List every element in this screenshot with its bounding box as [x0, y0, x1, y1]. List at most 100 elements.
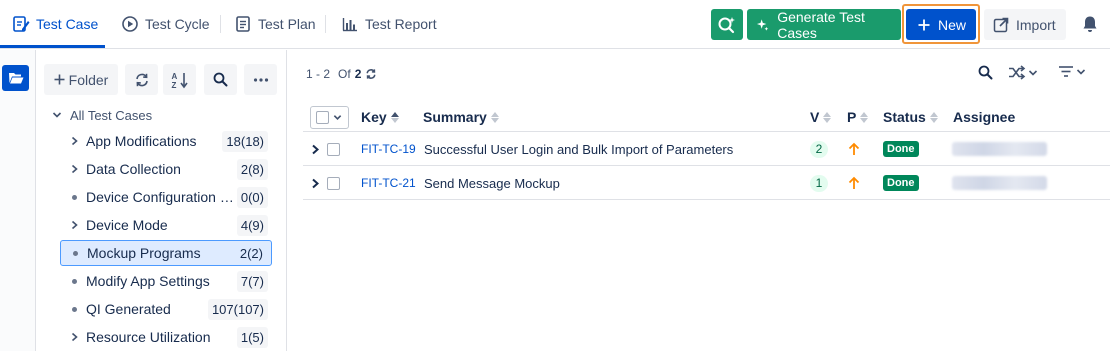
- folder-item[interactable]: Device Mode 4(9): [60, 212, 272, 238]
- folder-item[interactable]: Data Collection 2(8): [60, 156, 272, 182]
- tree-root-all-test-cases[interactable]: All Test Cases: [52, 106, 152, 124]
- tab-test-cycle[interactable]: Test Cycle: [121, 0, 210, 48]
- sort-folders-button[interactable]: AZ: [163, 64, 196, 95]
- column-header-assignee-label: Assignee: [953, 109, 1016, 125]
- select-all-checkbox[interactable]: [310, 106, 349, 129]
- chevron-down-icon: [52, 112, 62, 118]
- generate-test-cases-label: Generate Test Cases: [777, 8, 865, 41]
- key-cell: FIT-TC-19: [361, 132, 416, 166]
- pagination-summary: 1 - 2 Of 2: [306, 67, 377, 81]
- sort-icon: [823, 111, 832, 123]
- svg-text:Z: Z: [171, 81, 176, 89]
- folder-name: Modify App Settings: [86, 273, 210, 289]
- version-cell: 1: [810, 166, 828, 200]
- column-header-status[interactable]: Status: [883, 102, 938, 132]
- folder-view-button[interactable]: [2, 65, 29, 91]
- folder-name: Data Collection: [86, 161, 181, 177]
- folder-item[interactable]: Device Configuration fo... 0(0): [60, 184, 272, 210]
- ai-search-button[interactable]: [711, 9, 743, 40]
- chevron-down-icon: [333, 115, 342, 120]
- folder-name: App Modifications: [86, 133, 197, 149]
- filter-menu-button[interactable]: [1058, 65, 1086, 78]
- chevron-right-icon[interactable]: [66, 136, 82, 146]
- new-button[interactable]: New: [906, 9, 976, 40]
- expand-row-button[interactable]: [311, 132, 320, 166]
- folder-item[interactable]: Resource Utilization 1(5): [60, 324, 272, 350]
- table-row[interactable]: FIT-TC-21 Send Message Mockup 1 Done: [303, 166, 1110, 200]
- pagination-of-label: Of: [338, 67, 351, 81]
- tab-test-case-label: Test Case: [36, 16, 99, 32]
- sort-az-icon: AZ: [171, 72, 188, 89]
- test-case-key-link[interactable]: FIT-TC-21: [361, 176, 416, 190]
- folder-name: Device Mode: [86, 217, 168, 233]
- row-checkbox[interactable]: [327, 132, 340, 166]
- column-header-priority[interactable]: P: [847, 102, 869, 132]
- search-table-button[interactable]: [978, 65, 993, 80]
- column-header-assignee[interactable]: Assignee: [953, 102, 1015, 132]
- assignee-cell: [952, 166, 1047, 200]
- import-button[interactable]: Import: [984, 9, 1066, 40]
- shuffle-menu-button[interactable]: [1008, 65, 1038, 80]
- test-case-key-link[interactable]: FIT-TC-19: [361, 142, 416, 156]
- column-header-summary[interactable]: Summary: [423, 102, 499, 132]
- refresh-icon[interactable]: [365, 68, 377, 80]
- add-folder-label: Folder: [68, 71, 109, 88]
- add-folder-button[interactable]: Folder: [44, 64, 118, 95]
- folder-name: Device Configuration fo...: [86, 189, 237, 205]
- chevron-right-icon: [312, 178, 320, 188]
- folder-count: 2(2): [239, 245, 263, 261]
- chevron-right-icon[interactable]: [66, 332, 82, 342]
- folder-count: 0(0): [236, 186, 268, 208]
- folder-item[interactable]: App Modifications 18(18): [60, 128, 272, 154]
- folder-item[interactable]: QI Generated 107(107): [60, 296, 272, 322]
- tab-test-plan[interactable]: Test Plan: [234, 0, 316, 48]
- tab-test-report[interactable]: Test Report: [341, 0, 437, 48]
- search-icon: [213, 72, 228, 87]
- sort-icon: [490, 111, 499, 123]
- blurred-assignee-name: [952, 176, 1047, 190]
- column-header-key[interactable]: Key: [361, 102, 399, 132]
- version-cell: 2: [810, 132, 828, 166]
- svg-text:A: A: [171, 72, 177, 81]
- import-button-label: Import: [1016, 16, 1056, 33]
- generate-test-cases-button[interactable]: Generate Test Cases: [747, 8, 901, 41]
- folder-item[interactable]: Mockup Programs 2(2): [60, 240, 272, 266]
- search-folders-button[interactable]: [204, 64, 237, 95]
- checkbox: [327, 142, 340, 156]
- column-header-version-label: V: [810, 109, 820, 125]
- summary-cell[interactable]: Successful User Login and Bulk Import of…: [424, 132, 733, 166]
- expand-row-button[interactable]: [311, 166, 320, 200]
- left-rail: [0, 50, 36, 351]
- status-cell: Done: [883, 166, 919, 200]
- key-cell: FIT-TC-21: [361, 166, 416, 200]
- sort-icon: [390, 111, 399, 123]
- table-header: Key Summary V P Status Assignee: [303, 102, 1110, 132]
- search-icon: [978, 65, 993, 80]
- table-row[interactable]: FIT-TC-19 Successful User Login and Bulk …: [303, 132, 1110, 166]
- folder-item[interactable]: Modify App Settings 7(7): [60, 268, 272, 294]
- bell-icon[interactable]: [1080, 14, 1100, 34]
- refresh-folders-button[interactable]: [125, 64, 158, 95]
- column-header-priority-label: P: [847, 109, 857, 125]
- chevron-down-icon: [1028, 69, 1038, 76]
- bullet-icon: [66, 194, 82, 200]
- row-checkbox[interactable]: [327, 166, 340, 200]
- chevron-right-icon[interactable]: [66, 220, 82, 230]
- tab-test-case[interactable]: Test Case: [12, 0, 98, 48]
- folder-more-button[interactable]: [244, 64, 277, 95]
- tree-root-label: All Test Cases: [70, 107, 153, 123]
- version-badge: 2: [810, 140, 828, 158]
- play-circle-icon: [122, 16, 138, 32]
- refresh-icon: [135, 73, 148, 86]
- tab-divider: [325, 15, 326, 33]
- blurred-assignee-name: [952, 142, 1047, 156]
- priority-high-arrow-icon: [848, 142, 860, 155]
- plus-icon: [918, 19, 930, 30]
- document-icon: [236, 16, 250, 32]
- filter-icon: [1059, 66, 1073, 77]
- pagination-range: 1 - 2: [306, 67, 331, 81]
- summary-cell[interactable]: Send Message Mockup: [424, 166, 560, 200]
- checkbox: [316, 111, 329, 124]
- chevron-right-icon[interactable]: [66, 164, 82, 174]
- column-header-version[interactable]: V: [810, 102, 832, 132]
